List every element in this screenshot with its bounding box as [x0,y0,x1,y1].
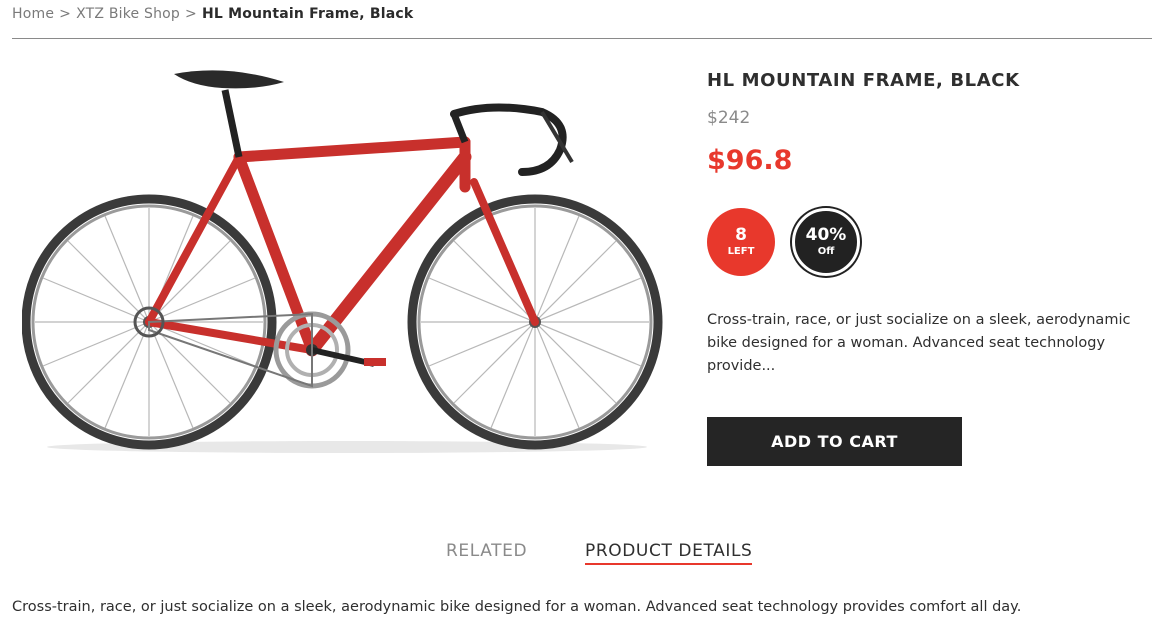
stock-left-badge: 8 LEFT [707,208,775,276]
breadcrumb-shop-link[interactable]: XTZ Bike Shop [76,6,180,22]
stock-label: LEFT [727,246,755,257]
product-title: HL MOUNTAIN FRAME, BLACK [707,70,1020,91]
discount-badge: 40% Off [792,208,860,276]
stock-count: 8 [735,225,747,245]
original-price: $242 [707,108,751,128]
discount-label: Off [817,246,835,257]
product-image [21,62,672,462]
tab-product-details[interactable]: PRODUCT DETAILS [585,541,753,565]
breadcrumb-current: HL Mountain Frame, Black [201,6,414,22]
header-divider [12,38,1152,39]
breadcrumb-home-link[interactable]: Home [12,6,54,22]
product-short-description: Cross-train, race, or just socialize on … [707,312,1131,374]
breadcrumb: Home > XTZ Bike Shop > HL Mountain Frame, Bl… [12,6,413,22]
breadcrumb-separator: > [185,6,197,22]
breadcrumb-separator: > [59,6,72,22]
bicycle-image [21,70,663,453]
sale-price: $96.8 [707,145,793,176]
discount-percent: 40% [805,225,847,245]
product-details-text: Cross-train, race, or just socialize on … [12,599,1022,615]
add-to-cart-button[interactable]: ADD TO CART [707,417,962,466]
tab-related[interactable]: RELATED [446,541,527,561]
